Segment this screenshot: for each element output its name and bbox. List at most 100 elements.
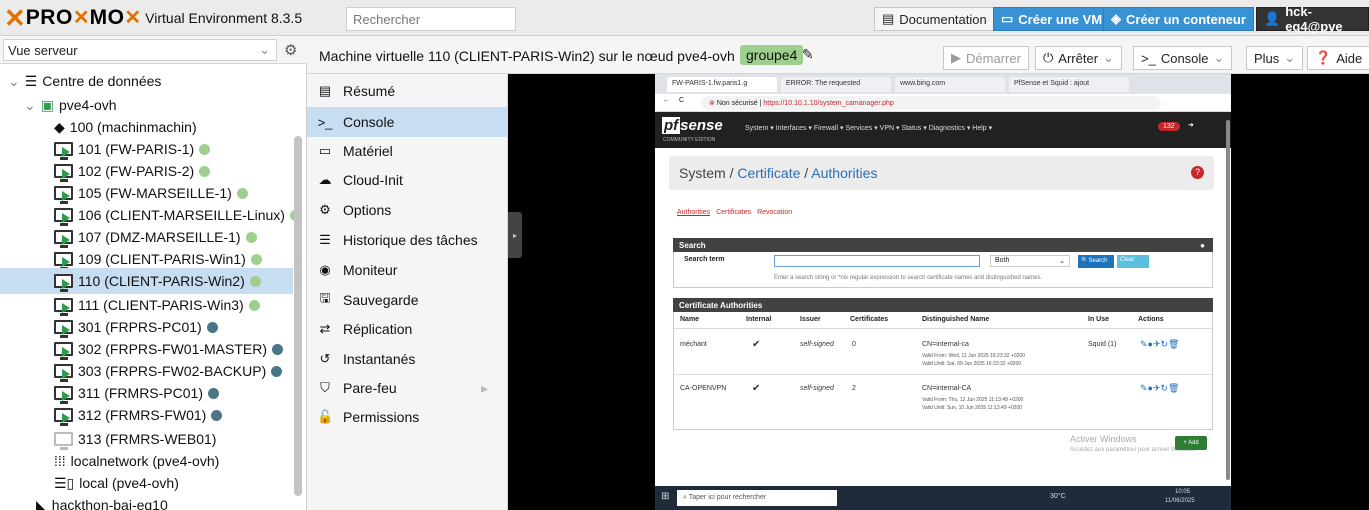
menu-item-backup[interactable]: 🖫 Sauvegarde [307, 285, 508, 315]
cloud-icon: ☁ [318, 172, 332, 187]
cube-icon: ◈ [1111, 11, 1121, 26]
create-container-button[interactable]: ◈ Créer un conteneur [1103, 7, 1254, 31]
vm-icon [54, 252, 73, 270]
menu-item-cloud-init[interactable]: ☁ Cloud-Init [307, 165, 508, 195]
add-button[interactable]: + Add [1175, 436, 1207, 450]
browser-tab[interactable]: PfSense et Squid : ajout [1009, 77, 1129, 92]
search-panel-header: Search ● [673, 238, 1213, 252]
vm-screen[interactable]: FW-PARIS-1.fw.paris1.g ERROR: The reques… [655, 74, 1231, 510]
taskbar-search[interactable]: ⌕ Taper ici pour rechercher [677, 490, 837, 506]
tab-revocation[interactable]: Revocation [757, 209, 792, 216]
view-selector[interactable]: Vue serveur ⌄ [3, 39, 277, 61]
tree-item-selected[interactable]: 110 (CLIENT-PARIS-Win2) [0, 268, 293, 294]
clear-button[interactable]: Clear [1117, 255, 1149, 268]
help-icon[interactable]: ? [1191, 166, 1204, 179]
gear-icon[interactable]: ⚙ [284, 41, 297, 59]
vm-icon [54, 386, 73, 404]
browser-tab[interactable]: www.bing.com [895, 77, 1005, 92]
menu-item-options[interactable]: ⚙ Options [307, 195, 508, 225]
chevron-down-icon: ⌄ [1059, 258, 1065, 265]
menu-item-snapshots[interactable]: ↺ Instantanés [307, 344, 508, 374]
page-title: Machine virtuelle 110 (CLIENT-PARIS-Win2… [319, 48, 735, 64]
chevron-down-icon: ⌄ [1103, 50, 1114, 65]
reload-icon[interactable]: C [679, 97, 684, 104]
tree-scrollbar[interactable] [294, 136, 302, 496]
terminal-icon: >_ [317, 114, 333, 130]
menu-item-summary[interactable]: ▤ Résumé [307, 76, 508, 106]
terminal-icon: >_ [1141, 50, 1156, 66]
pfsense-menu[interactable]: System ▾ Interfaces ▾ Firewall ▾ Service… [745, 124, 992, 132]
search-icon: ⌕ [683, 494, 687, 501]
tree-item[interactable]: ◣ hackthon-bai-eq10 [36, 492, 168, 510]
eye-icon: ◉ [319, 262, 331, 277]
vm-icon [54, 298, 73, 316]
ca-table: Name Internal Issuer Certificates Distin… [673, 312, 1213, 430]
menu-item-firewall[interactable]: ⛉ Pare-feu ▸ [307, 373, 508, 403]
status-dot [249, 275, 261, 287]
user-menu-button[interactable]: 👤 hck-eq4@pve [1256, 4, 1369, 34]
stop-button[interactable]: ⏻ Arrêter ⌄ [1035, 46, 1122, 70]
unlock-icon: 🔓 [317, 409, 334, 424]
menu-item-permissions[interactable]: 🔓 Permissions [307, 402, 508, 432]
chevron-right-icon: ▸ [481, 379, 489, 396]
tab-authorities[interactable]: Authorities [677, 209, 710, 216]
menu-item-hardware[interactable]: ▭ Matériel [307, 136, 508, 166]
menu-item-task-history[interactable]: ☰ Historique des tâches [307, 225, 508, 255]
row-actions-icon[interactable]: ✎●✈↻🗑 [1140, 339, 1180, 350]
browser-tab[interactable]: ERROR: The requested [781, 77, 891, 92]
power-icon: ⏻ [1043, 50, 1054, 65]
notification-badge[interactable]: 132 [1158, 122, 1180, 131]
tag-badge[interactable]: groupe4 [740, 45, 804, 65]
browser-tab[interactable]: FW-PARIS-1.fw.paris1.g [667, 77, 777, 92]
collapse-handle[interactable]: ▸ [508, 212, 522, 258]
vm-icon [54, 408, 73, 426]
search-button[interactable]: 🔍Search [1078, 255, 1114, 268]
back-icon[interactable]: ← [663, 97, 670, 104]
menu-item-replication[interactable]: ⇄ Réplication [307, 314, 508, 344]
url-field[interactable]: ⊗ Non sécurisé | https://10.10.1.10/syst… [701, 96, 1161, 110]
edit-tags-icon[interactable]: ✎ [802, 46, 814, 63]
help-button[interactable]: ❓ Aide [1307, 46, 1369, 70]
console-button[interactable]: >_ Console ⌄ [1133, 46, 1233, 70]
container-icon: ◆ [54, 118, 65, 135]
user-icon: 👤 [1264, 11, 1281, 26]
collapse-icon[interactable]: ● [1200, 241, 1205, 250]
status-dot [272, 343, 284, 355]
chevron-down-icon: ⌄ [259, 42, 270, 57]
top-bar: ✕ PRO ✕ MO ✕ Virtual Environment 8.3.5 R… [0, 0, 1369, 36]
tab-certificates[interactable]: Certificates [716, 209, 751, 216]
storage-icon: ☰▯ [54, 474, 75, 491]
chevron-down-icon: ⌄ [8, 72, 20, 89]
summary-icon: ▤ [318, 83, 332, 98]
status-dot [250, 253, 262, 265]
row-actions-icon[interactable]: ✎●✈↻🗑 [1140, 383, 1180, 394]
search-input[interactable]: Rechercher [346, 7, 516, 31]
status-dot [271, 365, 283, 377]
browser-tabs: FW-PARIS-1.fw.paris1.g ERROR: The reques… [655, 74, 1231, 94]
node-icon: ▣ [40, 96, 54, 113]
pfsense-body: System / Certificate / Authorities ? Aut… [655, 148, 1231, 510]
list-icon: ☰ [319, 232, 331, 247]
documentation-button[interactable]: ▤ Documentation [874, 7, 995, 31]
tree-item[interactable]: 312 (FRMRS-FW01) [54, 402, 223, 428]
menu-item-console[interactable]: >_ Console [307, 107, 508, 137]
more-button[interactable]: Plus ⌄ [1246, 46, 1304, 70]
search-term-input[interactable] [774, 255, 980, 267]
chevron-down-icon: ⌄ [1284, 50, 1296, 65]
start-button[interactable]: ▶ Démarrer [943, 46, 1029, 70]
network-icon: ⁞⁞⁞ [54, 453, 66, 469]
search-scope-select[interactable]: Both ⌄ [990, 255, 1070, 267]
menu-item-monitor[interactable]: ◉ Moniteur [307, 255, 508, 285]
warning-icon: ⊗ [709, 100, 715, 107]
address-bar: ← C ⊗ Non sécurisé | https://10.10.1.10/… [655, 94, 1231, 112]
screen-scrollbar[interactable] [1226, 120, 1230, 480]
table-row: méchant ✔ self-signed 0 CN=internal-ca V… [674, 328, 1212, 372]
create-vm-button[interactable]: ▭ Créer une VM [993, 7, 1111, 31]
vm-icon [54, 186, 73, 204]
pfsense-logo: pf sense [662, 117, 723, 134]
windows-start-icon[interactable]: ⊞ [661, 491, 669, 502]
vm-stopped-icon [54, 432, 73, 450]
tree-item[interactable]: ⌄ ☰ Centre de données [8, 68, 161, 94]
logout-icon[interactable]: ➜ [1188, 121, 1194, 129]
breadcrumb: System / Certificate / Authorities ? [669, 156, 1214, 190]
